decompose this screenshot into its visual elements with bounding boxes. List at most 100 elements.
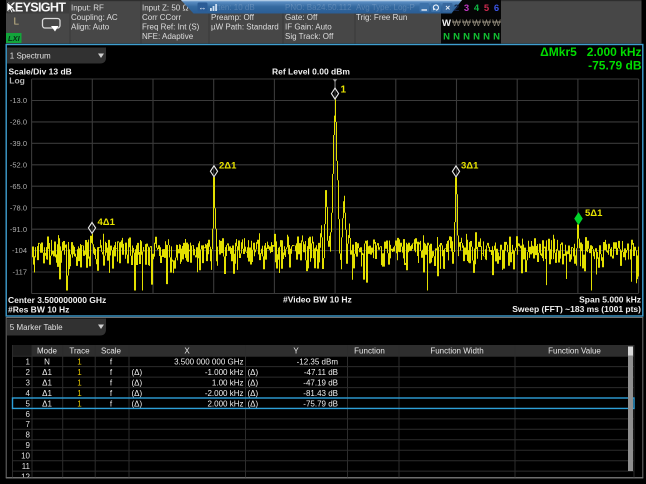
svg-text:8: 8: [26, 431, 31, 440]
svg-text:W: W: [492, 18, 501, 28]
svg-text:N: N: [443, 32, 450, 43]
svg-text:Mode: Mode: [37, 347, 58, 356]
svg-text:(Δ): (Δ): [132, 389, 143, 398]
svg-text:Span 5.000 kHz: Span 5.000 kHz: [579, 295, 641, 305]
svg-text:W: W: [442, 18, 451, 29]
svg-text:Δ1: Δ1: [42, 368, 52, 377]
svg-text:IF Gain: Auto: IF Gain: Auto: [285, 23, 332, 32]
svg-text:Ref Level 0.00 dBm: Ref Level 0.00 dBm: [272, 67, 350, 77]
svg-text:-47.11 dB: -47.11 dB: [304, 368, 338, 377]
svg-text:Sweep (FFT) ~183 ms (1001 pts): Sweep (FFT) ~183 ms (1001 pts): [512, 304, 641, 314]
svg-text:µW Path: Standard: µW Path: Standard: [211, 23, 279, 32]
svg-text:N: N: [473, 32, 480, 43]
svg-text:Coupling: AC: Coupling: AC: [71, 13, 118, 22]
svg-text:(Δ): (Δ): [248, 389, 259, 398]
svg-text:Corr CCorr: Corr CCorr: [142, 13, 181, 22]
svg-text:Align: Auto: Align: Auto: [71, 23, 110, 32]
svg-text:Function Width: Function Width: [430, 347, 483, 356]
svg-text:N: N: [44, 358, 50, 367]
svg-text:tten: 10 dB: tten: 10 dB: [216, 3, 255, 12]
svg-text:(Δ): (Δ): [132, 399, 143, 408]
svg-text:Scale: Scale: [101, 347, 122, 356]
svg-text:1: 1: [77, 378, 82, 387]
svg-text:#Video BW 10 Hz: #Video BW 10 Hz: [283, 295, 352, 305]
svg-text:-12.35 dBm: -12.35 dBm: [297, 358, 339, 367]
svg-text:3Δ1: 3Δ1: [461, 160, 479, 171]
svg-text:2: 2: [454, 3, 459, 14]
svg-text:-104: -104: [12, 246, 27, 255]
svg-text:-75.79 dB: -75.79 dB: [588, 59, 642, 73]
svg-text:LXI: LXI: [8, 34, 21, 43]
svg-text:6: 6: [494, 3, 499, 14]
svg-text:11: 11: [22, 462, 31, 471]
svg-text:×: ×: [445, 2, 450, 12]
svg-text:Sig Track: Off: Sig Track: Off: [285, 32, 334, 41]
svg-text:(Δ): (Δ): [248, 399, 259, 408]
svg-text:#Res BW 10 Hz: #Res BW 10 Hz: [8, 305, 69, 315]
svg-text:Trace: Trace: [69, 347, 90, 356]
svg-text:1: 1: [77, 358, 82, 367]
svg-text:1.00 kHz: 1.00 kHz: [212, 378, 244, 387]
svg-text:W: W: [462, 18, 471, 28]
svg-text:-65.0: -65.0: [10, 182, 27, 191]
svg-text:1: 1: [341, 84, 347, 95]
svg-text:9: 9: [26, 441, 31, 450]
svg-text:Avg Type: Log-P: Avg Type: Log-P: [356, 3, 415, 12]
svg-text:5: 5: [26, 399, 31, 408]
svg-text:Δ1: Δ1: [42, 389, 52, 398]
svg-text:1: 1: [77, 389, 82, 398]
svg-text:W: W: [452, 18, 461, 28]
svg-text:(Δ): (Δ): [248, 368, 259, 377]
svg-text:-47.19 dB: -47.19 dB: [303, 378, 338, 387]
svg-text:N: N: [493, 32, 500, 43]
svg-text:10: 10: [21, 452, 30, 461]
svg-text:PNO: Ba24.50.112: PNO: Ba24.50.112: [285, 3, 352, 12]
svg-text:5: 5: [484, 3, 490, 14]
svg-text:4: 4: [26, 389, 31, 398]
svg-text:Y: Y: [293, 347, 299, 356]
svg-text:6: 6: [26, 410, 31, 419]
svg-text:-75.79 dB: -75.79 dB: [303, 399, 338, 408]
svg-text:Preamp: Off: Preamp: Off: [211, 13, 255, 22]
svg-text:4Δ1: 4Δ1: [98, 217, 116, 228]
svg-text:-2.000 kHz: -2.000 kHz: [205, 389, 244, 398]
svg-text:2: 2: [26, 368, 31, 377]
svg-text:NFE: Adaptive: NFE: Adaptive: [142, 32, 194, 41]
svg-text:2.000 kHz: 2.000 kHz: [207, 399, 243, 408]
svg-text:N: N: [453, 32, 460, 43]
svg-text:↔: ↔: [199, 3, 207, 12]
svg-text:Function: Function: [354, 347, 385, 356]
svg-text:N: N: [463, 32, 470, 43]
svg-text:Input Z: 50 Ω: Input Z: 50 Ω: [142, 4, 188, 13]
svg-text:ΔMkr5 2.000 kHz: ΔMkr5 2.000 kHz: [540, 45, 641, 59]
svg-text:L: L: [14, 17, 20, 28]
svg-text:-91.0: -91.0: [10, 225, 27, 234]
svg-text:1: 1: [26, 358, 31, 367]
svg-text:Center 3.500000000 GHz: Center 3.500000000 GHz: [8, 295, 106, 305]
svg-text:3: 3: [26, 378, 31, 387]
svg-text:3.500 000 000 GHz: 3.500 000 000 GHz: [174, 358, 243, 367]
svg-text:Log: Log: [9, 75, 25, 85]
svg-text:5Δ1: 5Δ1: [585, 208, 603, 219]
svg-text:(Δ): (Δ): [132, 378, 143, 387]
svg-text:3: 3: [464, 3, 469, 14]
svg-text:Function Value: Function Value: [548, 347, 601, 356]
svg-text:7: 7: [26, 420, 31, 429]
svg-text:Δ1: Δ1: [42, 378, 52, 387]
svg-text:2Δ1: 2Δ1: [219, 160, 237, 171]
svg-text:1 Spectrum: 1 Spectrum: [10, 52, 51, 61]
svg-text:Input: RF: Input: RF: [71, 4, 104, 13]
svg-text:4: 4: [474, 3, 480, 14]
svg-text:W: W: [482, 18, 491, 28]
svg-text:5 Marker Table: 5 Marker Table: [10, 323, 63, 332]
svg-text:1: 1: [77, 368, 82, 377]
svg-text:-1.000 kHz: -1.000 kHz: [205, 368, 244, 377]
svg-text:-117: -117: [13, 268, 27, 277]
svg-text:Freq Ref: Int (S): Freq Ref: Int (S): [142, 23, 200, 32]
svg-text:KEYSIGHT: KEYSIGHT: [7, 1, 67, 15]
svg-text:-81.43 dB: -81.43 dB: [303, 389, 338, 398]
svg-text:W: W: [472, 18, 481, 28]
svg-text:Δ1: Δ1: [42, 399, 52, 408]
svg-text:Gate: Off: Gate: Off: [285, 13, 318, 22]
svg-text:Trig: Free Run: Trig: Free Run: [356, 13, 407, 22]
